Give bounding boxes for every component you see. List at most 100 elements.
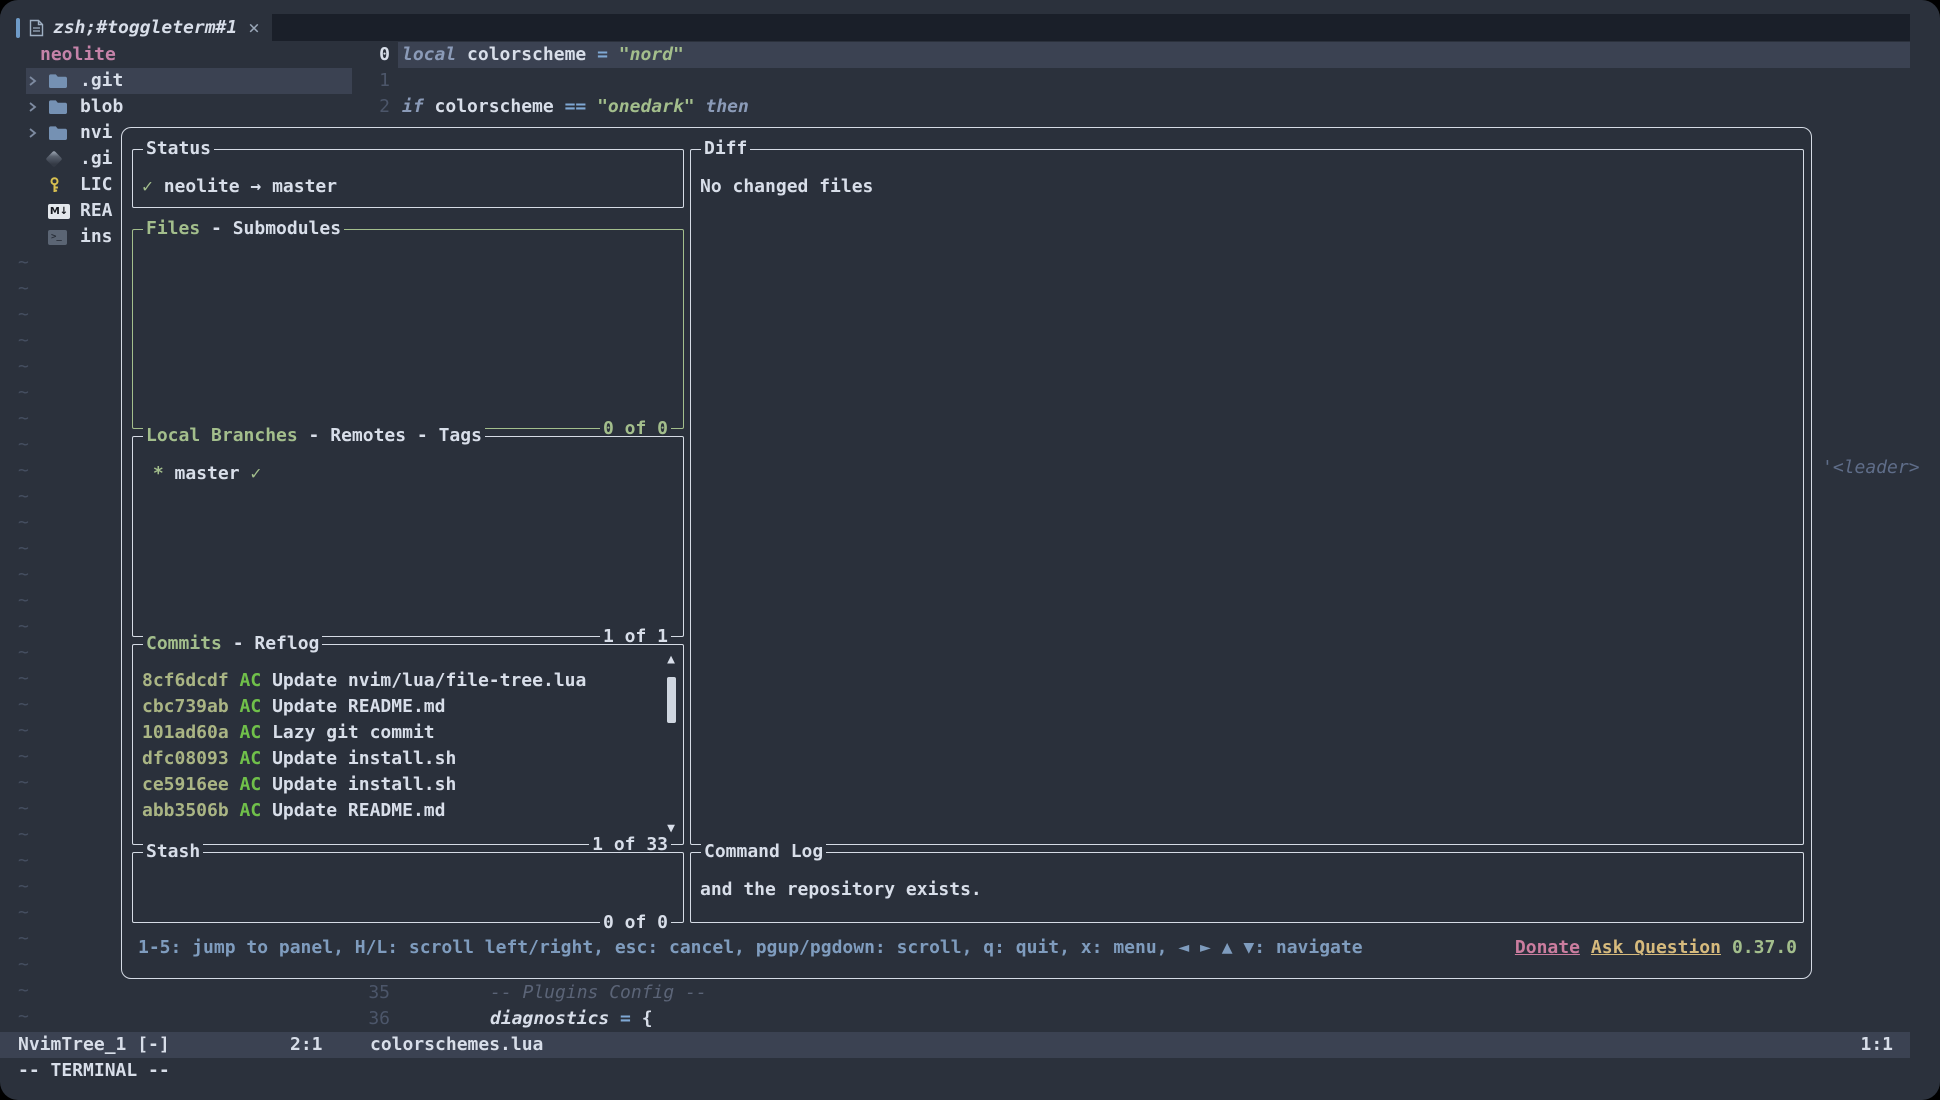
commit-hash: 8cf6dcdf: [142, 670, 229, 691]
commit-flags: AC: [229, 774, 272, 795]
commits-scrollbar[interactable]: ▲ ▼: [663, 653, 679, 836]
empty-line-tilde: ~: [18, 926, 29, 952]
empty-line-tilde: ~: [18, 484, 29, 510]
scrollbar-thumb[interactable]: [667, 677, 676, 723]
commit-flags: AC: [229, 670, 272, 691]
tabline: [0, 14, 1910, 41]
commit-row[interactable]: dfc08093 AC Update install.sh: [142, 746, 657, 772]
commit-message: Update install.sh: [272, 774, 456, 795]
empty-line-tilde: ~: [18, 770, 29, 796]
tree-item-label: LIC: [80, 172, 113, 198]
tree-root-label: neolite: [40, 42, 116, 68]
icon-slot: [48, 177, 80, 193]
git-icon: [46, 151, 63, 168]
mode-indicator: -- TERMINAL --: [18, 1058, 170, 1084]
panel-stash[interactable]: Stash 0 of 0: [132, 852, 684, 923]
file-icon: [29, 19, 44, 37]
line-number: 0: [330, 42, 390, 68]
panel-status[interactable]: Status ✓ neolite → master: [132, 149, 684, 208]
tree-item-label: .git: [80, 68, 123, 94]
commit-hash: ce5916ee: [142, 774, 229, 795]
empty-line-tilde: ~: [18, 952, 29, 978]
panel-diff[interactable]: Diff No changed files: [690, 149, 1804, 845]
check-icon: ✓: [142, 176, 153, 197]
status-content: ✓ neolite → master: [142, 174, 673, 200]
terminal-tab[interactable]: zsh;#toggleterm#1 ×: [0, 14, 272, 41]
icon-slot: [48, 73, 80, 89]
branch-row[interactable]: * master ✓: [142, 461, 673, 487]
donate-link[interactable]: Donate: [1515, 935, 1580, 961]
empty-line-tilde: ~: [18, 250, 29, 276]
empty-line-tilde: ~: [18, 276, 29, 302]
folder-icon: [48, 125, 68, 141]
commit-row[interactable]: 8cf6dcdf AC Update nvim/lua/file-tree.lu…: [142, 668, 657, 694]
arrow-right-icon: →: [250, 176, 261, 197]
empty-line-tilde: ~: [18, 510, 29, 536]
panel-diff-title: Diff: [701, 136, 750, 162]
tab-close-icon[interactable]: ×: [248, 15, 259, 41]
commit-message: Lazy git commit: [272, 722, 435, 743]
tab-title: zsh;#toggleterm#1: [53, 15, 237, 41]
panel-files-title: Files - Submodules: [143, 216, 344, 242]
commit-row[interactable]: abb3506b AC Update README.md: [142, 798, 657, 824]
commit-message: Update README.md: [272, 800, 445, 821]
commit-row[interactable]: ce5916ee AC Update install.sh: [142, 772, 657, 798]
panel-branches[interactable]: Local Branches - Remotes - Tags * master…: [132, 436, 684, 637]
editor-line[interactable]: 35 -- Plugins Config --: [0, 980, 1910, 1006]
tree-item-blob[interactable]: blob: [26, 94, 352, 120]
empty-line-tilde: ~: [18, 458, 29, 484]
diff-content: No changed files: [700, 174, 1793, 200]
commit-flags: AC: [229, 800, 272, 821]
folder-icon: [48, 73, 68, 89]
empty-line-tilde: ~: [18, 822, 29, 848]
empty-line-tilde: ~: [18, 614, 29, 640]
tree-item-label: REA: [80, 198, 113, 224]
lazygit-window: Status ✓ neolite → master Files - Submod…: [121, 127, 1812, 979]
commit-flags: AC: [229, 696, 272, 717]
icon-slot: [48, 125, 80, 141]
panel-command-log[interactable]: Command Log and the repository exists.: [690, 852, 1804, 923]
empty-line-tilde: ~: [18, 796, 29, 822]
tree-item-label: ins: [80, 224, 113, 250]
line-text: diagnostics = {: [490, 1006, 653, 1032]
empty-line-tilde: ~: [18, 718, 29, 744]
statusline-window-name: NvimTree_1 [-]: [18, 1032, 170, 1058]
empty-line-tilde: ~: [18, 354, 29, 380]
commit-row[interactable]: 101ad60a AC Lazy git commit: [142, 720, 657, 746]
line-text: -- Plugins Config --: [490, 980, 707, 1006]
statusline-position-right: 1:1: [1860, 1032, 1893, 1058]
stash-counter: 0 of 0: [600, 910, 671, 936]
chevron-right-icon: [26, 127, 48, 139]
check-icon: ✓: [250, 463, 261, 484]
commit-message: Update install.sh: [272, 748, 456, 769]
commit-message: Update nvim/lua/file-tree.lua: [272, 670, 586, 691]
editor-line[interactable]: 0local colorscheme = "nord": [0, 42, 1910, 68]
panel-branches-title: Local Branches - Remotes - Tags: [143, 423, 485, 449]
commit-hash: dfc08093: [142, 748, 229, 769]
panel-files[interactable]: Files - Submodules 0 of 0: [132, 229, 684, 429]
panel-commits[interactable]: Commits - Reflog 8cf6dcdf AC Update nvim…: [132, 644, 684, 845]
ask-question-link[interactable]: Ask Question: [1591, 935, 1721, 961]
line-number: 35: [330, 980, 390, 1006]
scroll-up-icon[interactable]: ▲: [663, 653, 679, 667]
empty-line-tilde: ~: [18, 640, 29, 666]
chevron-right-icon: [26, 101, 48, 113]
chevron-right-icon: [26, 75, 48, 87]
commit-hash: abb3506b: [142, 800, 229, 821]
statusline-filename: colorschemes.lua: [370, 1032, 543, 1058]
tree-item-git[interactable]: .git: [26, 68, 352, 94]
statusline-position-left: 2:1: [290, 1032, 323, 1058]
empty-line-tilde: ~: [18, 692, 29, 718]
editor-line[interactable]: 36diagnostics = {: [0, 1006, 1910, 1032]
empty-line-tilde: ~: [18, 328, 29, 354]
tree-item-label: blob: [80, 94, 123, 120]
empty-line-tilde: ~: [18, 562, 29, 588]
panel-command-log-title: Command Log: [701, 839, 826, 865]
panel-stash-title: Stash: [143, 839, 203, 865]
statusline: NvimTree_1 [-] 2:1 colorschemes.lua 1:1: [0, 1032, 1910, 1058]
icon-slot: [48, 99, 80, 115]
commit-hash: 101ad60a: [142, 722, 229, 743]
commit-row[interactable]: cbc739ab AC Update README.md: [142, 694, 657, 720]
empty-line-tilde: ~: [18, 380, 29, 406]
version-label: 0.37.0: [1732, 935, 1797, 961]
